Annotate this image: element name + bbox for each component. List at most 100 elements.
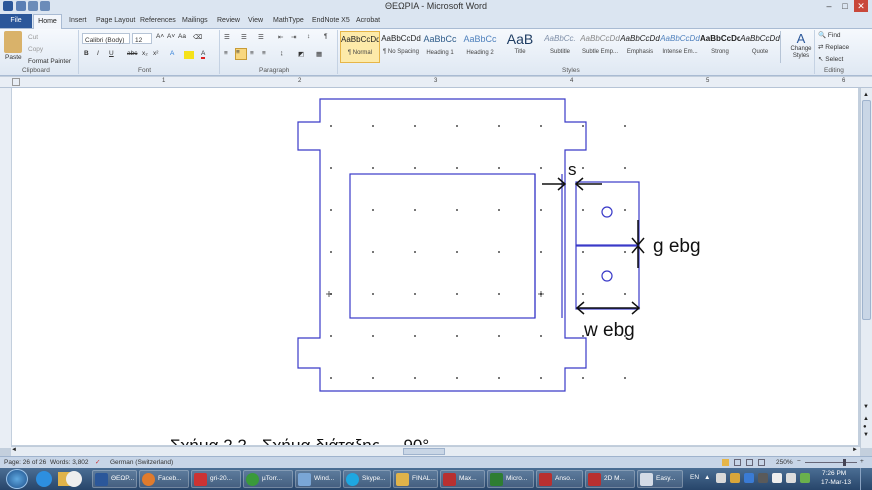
taskbar-item-excel[interactable]: Micro...: [487, 470, 534, 488]
zoom-level[interactable]: 250%: [776, 459, 793, 466]
tray-app-icon[interactable]: [730, 473, 740, 483]
select-button[interactable]: ↖ Select: [818, 55, 843, 63]
tab-mathtype[interactable]: MathType: [273, 17, 304, 24]
volume-icon[interactable]: [786, 473, 796, 483]
style-strong[interactable]: AaBbCcDc Strong: [700, 31, 740, 63]
scroll-down-icon[interactable]: ▼: [863, 404, 869, 410]
styles-scroll-icon[interactable]: [780, 31, 787, 63]
taskbar-item-ansoft[interactable]: Anso...: [536, 470, 583, 488]
find-button[interactable]: 🔍 Find: [818, 31, 841, 39]
taskbar-item-utorrent[interactable]: µTorr...: [243, 470, 293, 488]
style-heading-1[interactable]: AaBbCc Heading 1: [420, 31, 460, 63]
align-right-icon[interactable]: ≡: [250, 50, 254, 57]
tray-app-icon[interactable]: [758, 473, 768, 483]
zoom-slider[interactable]: [805, 462, 857, 463]
previous-page-icon[interactable]: ▲: [863, 416, 869, 422]
ie-icon[interactable]: [36, 471, 52, 487]
bullets-icon[interactable]: ☰: [224, 33, 230, 41]
tab-home[interactable]: Home: [33, 14, 62, 29]
style-title[interactable]: AaB Title: [500, 31, 540, 63]
close-button[interactable]: ✕: [854, 0, 868, 12]
sort-icon[interactable]: ↕: [307, 33, 310, 40]
taskbar-item-folder[interactable]: FINAL...: [393, 470, 438, 488]
scroll-up-icon[interactable]: ▲: [863, 92, 869, 98]
format-painter-button[interactable]: Format Painter: [28, 55, 71, 65]
strikethrough-button[interactable]: abc: [127, 50, 137, 57]
word-count[interactable]: Words: 3,802: [50, 459, 89, 466]
paste-icon[interactable]: [4, 31, 22, 53]
tab-mailings[interactable]: Mailings: [182, 17, 208, 24]
maximize-button[interactable]: □: [838, 0, 852, 12]
taskbar-item-2d-model[interactable]: 2D M...: [585, 470, 635, 488]
web-layout-icon[interactable]: [746, 459, 753, 466]
tray-app-icon[interactable]: [716, 473, 726, 483]
numbering-icon[interactable]: ☰: [241, 33, 247, 41]
multilevel-list-icon[interactable]: ☰: [258, 33, 264, 41]
style-normal[interactable]: AaBbCcDd ¶ Normal: [340, 31, 380, 63]
minimize-button[interactable]: –: [822, 0, 836, 12]
copy-button[interactable]: Copy: [28, 43, 43, 53]
font-size-box[interactable]: 12: [132, 33, 152, 44]
scroll-left-icon[interactable]: ◄: [11, 447, 17, 453]
taskbar-item-skype[interactable]: Skype...: [343, 470, 391, 488]
tab-review[interactable]: Review: [217, 17, 240, 24]
grow-font-icon[interactable]: A˄: [156, 33, 164, 40]
browse-object-icon[interactable]: ●: [863, 424, 867, 430]
borders-icon[interactable]: ▦: [316, 50, 322, 58]
horizontal-ruler[interactable]: 1 2 3 4 5 6: [0, 77, 872, 88]
justify-icon[interactable]: ≡: [262, 50, 266, 57]
shrink-font-icon[interactable]: A˅: [167, 33, 175, 40]
style-intense-emphasis[interactable]: AaBbCcDd Intense Em...: [660, 31, 700, 63]
proofing-icon[interactable]: ✓: [95, 458, 100, 466]
style-emphasis[interactable]: AaBbCcDd Emphasis: [620, 31, 660, 63]
show-paragraph-marks-icon[interactable]: ¶: [324, 33, 328, 40]
document-page[interactable]: s g ebg w ebg Σχήμα 2.2 - Σχήμα διάταξης…: [12, 88, 858, 445]
show-desktop-button[interactable]: [860, 468, 872, 490]
language-indicator[interactable]: German (Switzerland): [110, 459, 173, 466]
highlight-icon[interactable]: [184, 51, 194, 59]
taskbar-item-pdf[interactable]: gri-20...: [191, 470, 241, 488]
italic-button[interactable]: I: [97, 50, 99, 57]
tab-view[interactable]: View: [248, 17, 263, 24]
align-center-icon[interactable]: ≡: [235, 48, 247, 60]
horizontal-scrollbar[interactable]: ◄ ►: [11, 446, 860, 456]
next-page-icon[interactable]: ▼: [863, 432, 869, 438]
style-no-spacing[interactable]: AaBbCcDd ¶ No Spacing: [381, 31, 421, 63]
style-subtle-emphasis[interactable]: AaBbCcDd Subtle Emp...: [580, 31, 620, 63]
change-styles-button[interactable]: A Change Styles: [790, 31, 812, 65]
full-screen-reading-icon[interactable]: [734, 459, 741, 466]
shading-icon[interactable]: ◩: [298, 50, 304, 58]
style-heading-2[interactable]: AaBbCc Heading 2: [460, 31, 500, 63]
tab-selector-icon[interactable]: [12, 78, 20, 86]
tray-expand-icon[interactable]: ▲: [704, 474, 710, 481]
file-tab[interactable]: File: [0, 14, 32, 28]
tab-page-layout[interactable]: Page Layout: [96, 17, 135, 24]
start-button[interactable]: [6, 469, 28, 489]
print-layout-icon[interactable]: [722, 459, 729, 466]
tab-references[interactable]: References: [140, 17, 176, 24]
vertical-ruler[interactable]: [0, 88, 11, 448]
scroll-thumb[interactable]: [862, 100, 871, 320]
subscript-button[interactable]: x₂: [142, 50, 148, 57]
zoom-in-icon[interactable]: +: [860, 458, 864, 465]
network-icon[interactable]: [772, 473, 782, 483]
page-count[interactable]: Page: 26 of 26: [4, 459, 46, 466]
zoom-slider-thumb[interactable]: [843, 459, 846, 466]
decrease-indent-icon[interactable]: ⇤: [278, 33, 283, 41]
battery-icon[interactable]: [800, 473, 810, 483]
clear-formatting-icon[interactable]: ⌫: [193, 33, 202, 41]
superscript-button[interactable]: x²: [153, 50, 158, 57]
hscroll-thumb[interactable]: [403, 448, 445, 455]
paste-label[interactable]: Paste: [5, 54, 22, 61]
taskbar-item-word[interactable]: ΘΕΩΡ...: [92, 470, 137, 488]
change-case-icon[interactable]: Aa: [178, 33, 186, 40]
media-player-icon[interactable]: [66, 471, 82, 487]
taskbar-item-windows[interactable]: Wind...: [295, 470, 341, 488]
font-color-icon[interactable]: A: [201, 50, 206, 59]
taskbar-item-easy[interactable]: Easy...: [637, 470, 683, 488]
align-left-icon[interactable]: ≡: [224, 50, 228, 57]
tray-app-icon[interactable]: [744, 473, 754, 483]
cut-button[interactable]: Cut: [28, 31, 38, 41]
outline-icon[interactable]: [758, 459, 765, 466]
taskbar-item-maxwell[interactable]: Max...: [440, 470, 485, 488]
